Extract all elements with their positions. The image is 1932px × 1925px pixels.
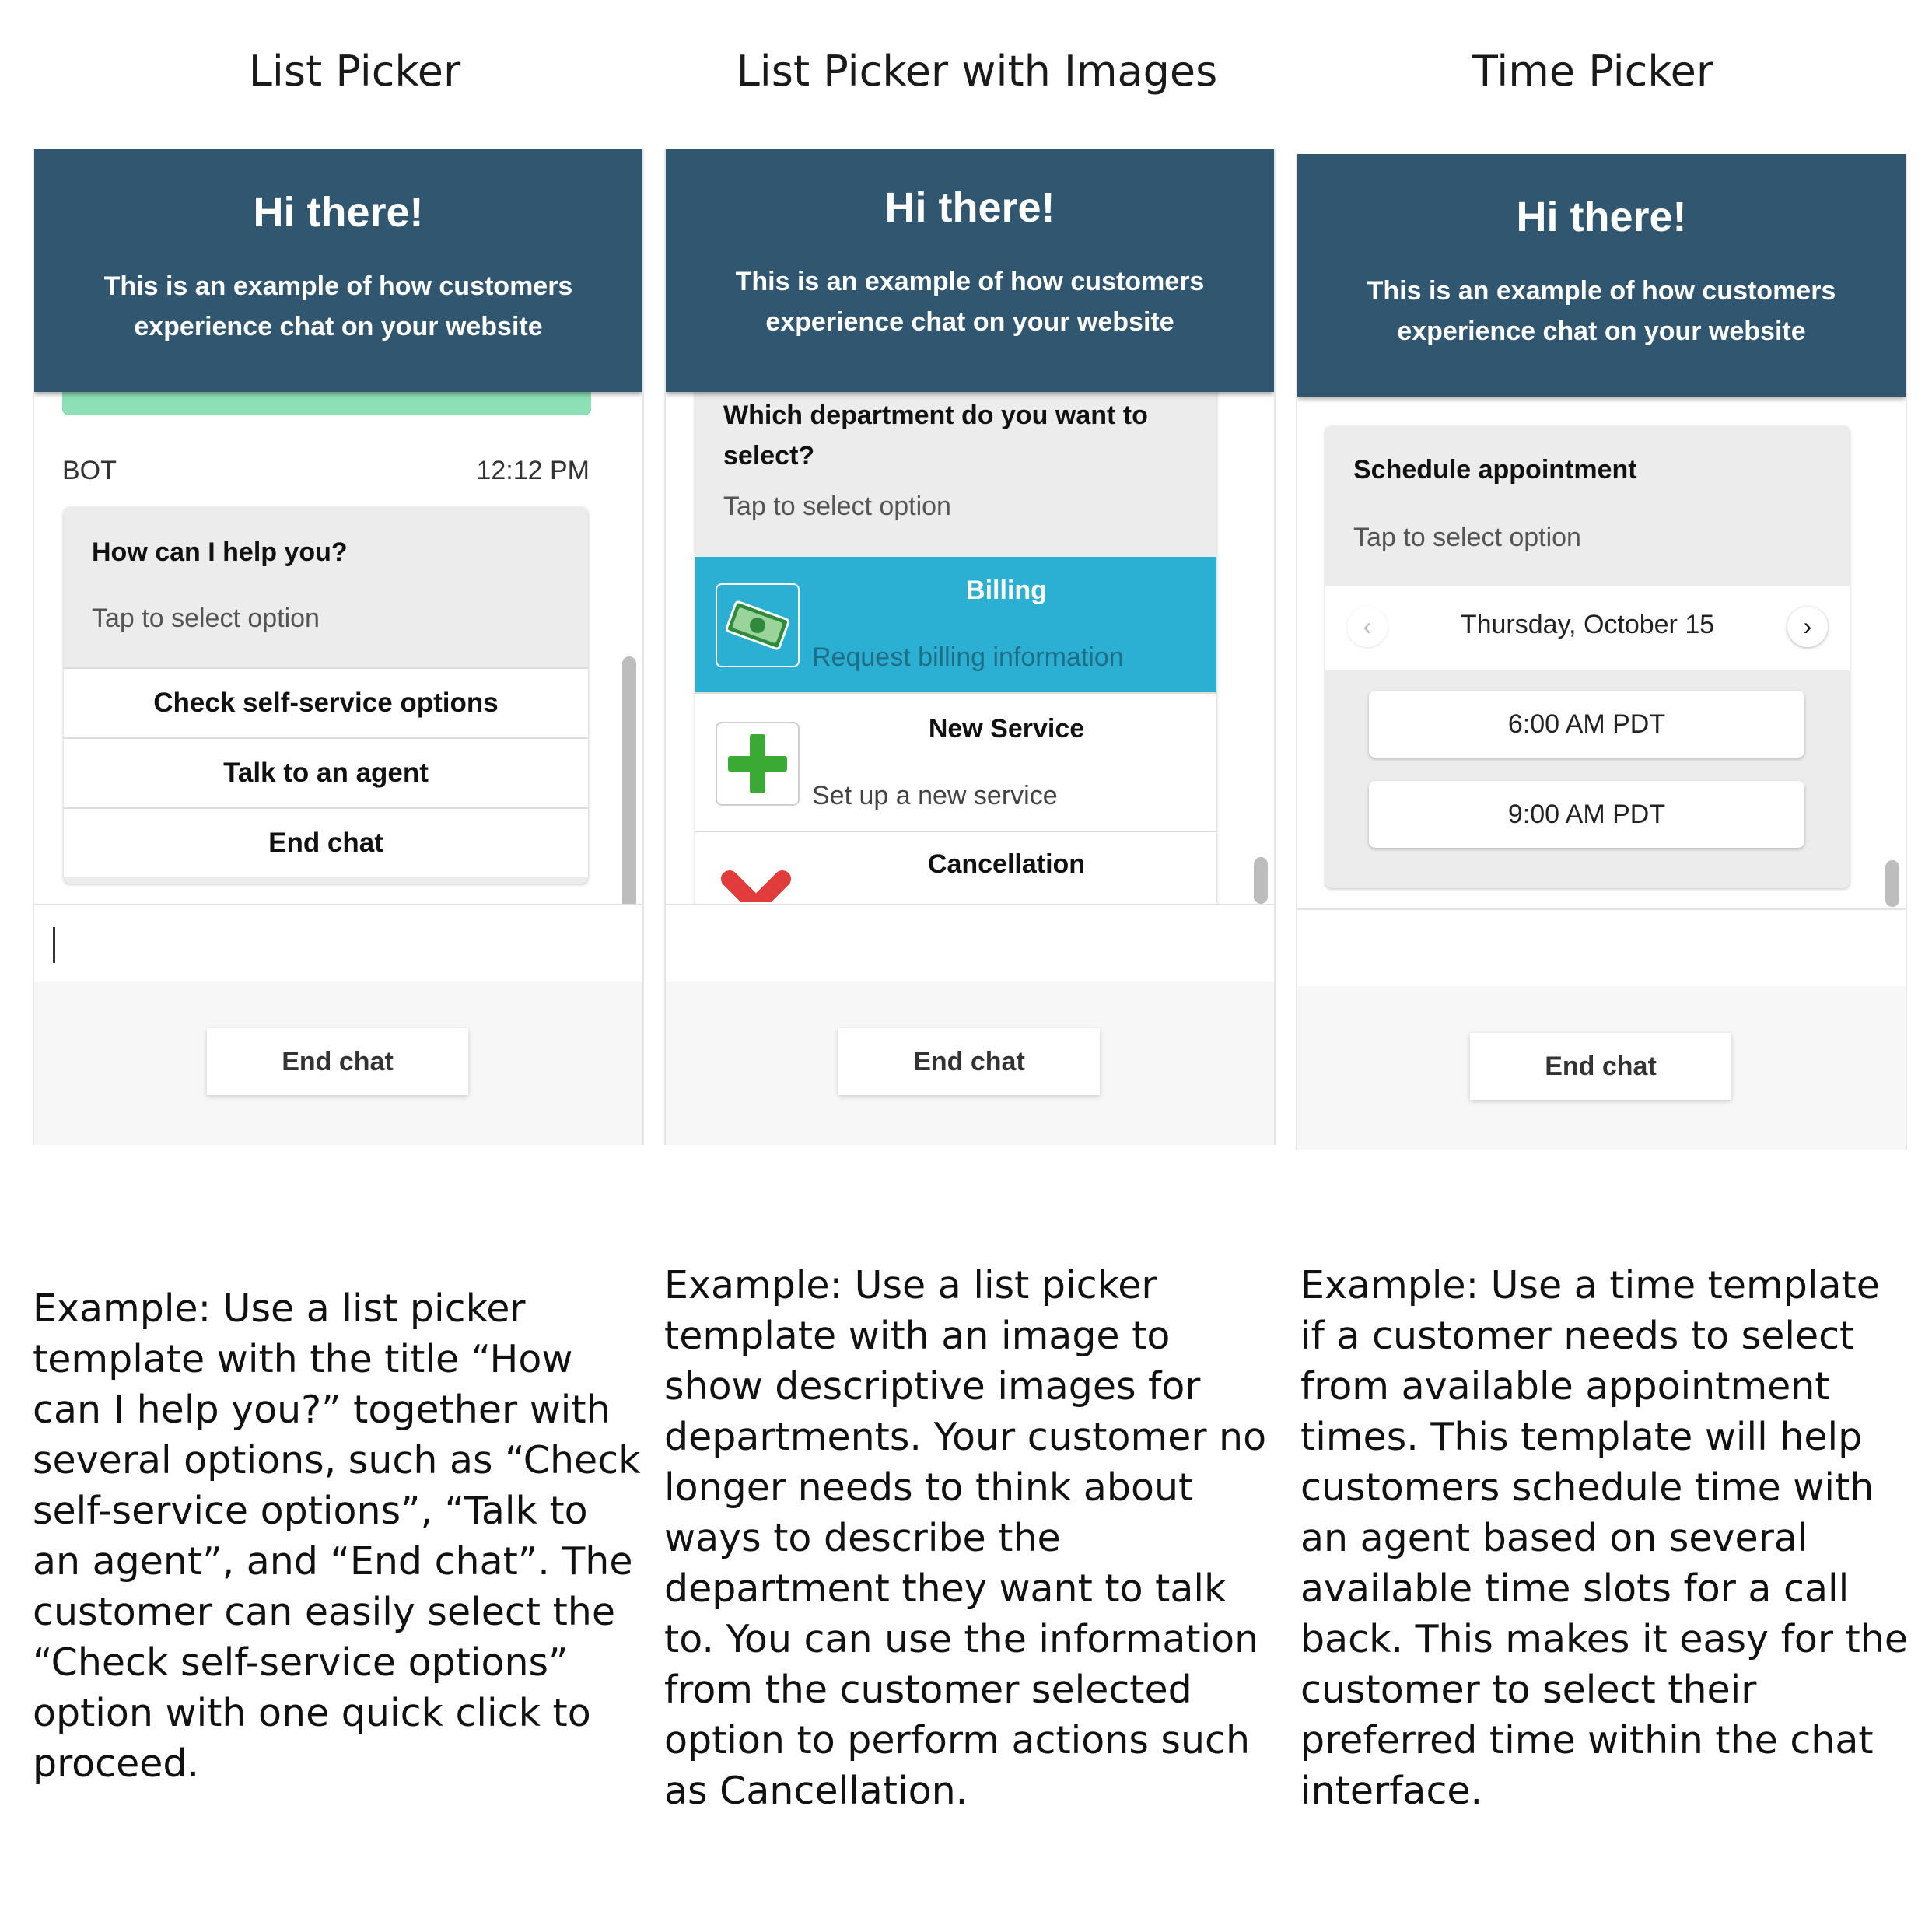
header-subtitle: This is an example of how customers expe… [735,267,1205,337]
header-greeting: Hi there! [1516,194,1687,240]
chat-widget-time-picker: Hi there! This is an example of how cust… [1296,154,1907,1150]
description-list-picker-images: Example: Use a list picker template with… [664,1263,1267,1813]
end-chat-button[interactable]: End chat [207,1028,468,1095]
image-picker-card: Which department do you want to select? … [695,392,1216,904]
time-slot-9am[interactable]: 9:00 AM PDT [1369,781,1804,848]
chat-transcript[interactable]: Which department do you want to select? … [666,392,1274,904]
option-check-self-service[interactable]: Check self-service options [64,667,588,737]
selected-date: Thursday, October 15 [1460,610,1715,639]
option-new-service-title: New Service [928,714,1085,744]
description-time-picker: Example: Use a time template if a custom… [1300,1263,1908,1813]
message-input[interactable] [1297,908,1906,988]
option-cancellation[interactable]: Cancellation [695,832,1216,904]
message-input[interactable] [34,904,642,983]
option-billing[interactable]: Billing Request billing information [695,557,1216,694]
message-input[interactable] [666,904,1274,983]
time-slot-6am[interactable]: 6:00 AM PDT [1369,691,1804,758]
chat-transcript[interactable]: Schedule appointment Tap to select optio… [1297,397,1906,908]
description-list-picker: Example: Use a list picker template with… [33,1286,641,1786]
chat-header: Hi there! This is an example of how cust… [666,149,1274,392]
chat-footer: End chat [1297,986,1906,1150]
chat-scrollbar[interactable] [622,656,636,904]
header-subtitle: This is an example of how customers expe… [1367,276,1836,346]
text-caret [53,927,55,963]
option-talk-to-agent[interactable]: Talk to an agent [64,737,588,807]
chat-footer: End chat [34,982,642,1145]
chevron-right-icon[interactable]: › [1787,607,1828,647]
time-picker-subtitle: Tap to select option [1353,523,1581,552]
end-chat-button[interactable]: End chat [838,1028,1100,1095]
option-billing-title: Billing [966,576,1047,605]
column-title-time-picker: Time Picker [1472,47,1714,96]
chat-header: Hi there! This is an example of how cust… [1297,154,1906,397]
option-cancellation-title: Cancellation [927,849,1086,879]
header-greeting: Hi there! [884,184,1055,231]
time-picker-title: Schedule appointment [1353,455,1637,485]
chat-transcript[interactable]: BOT 12:12 PM How can I help you? Tap to … [34,392,642,904]
chat-widget-list-picker: Hi there! This is an example of how cust… [33,149,644,1145]
chat-footer: End chat [666,982,1274,1145]
chat-scrollbar[interactable] [1254,857,1268,904]
list-picker-card: How can I help you? Tap to select option… [64,507,588,884]
header-subtitle: This is an example of how customers expe… [103,271,573,341]
option-end-chat[interactable]: End chat [64,807,588,877]
end-chat-button[interactable]: End chat [1470,1033,1731,1100]
message-sender: BOT [62,456,117,485]
chat-header: Hi there! This is an example of how cust… [34,149,642,392]
header-greeting: Hi there! [253,189,424,236]
list-picker-subtitle: Tap to select option [92,604,320,633]
date-selector: ‹ Thursday, October 15 › [1325,586,1850,670]
list-picker-title: How can I help you? [92,537,348,567]
option-billing-subtitle: Request billing information [812,642,1124,672]
customer-message-bubble [62,392,591,415]
chat-widget-list-picker-images: Hi there! This is an example of how cust… [664,149,1276,1145]
chat-scrollbar[interactable] [1885,860,1899,907]
option-new-service-subtitle: Set up a new service [812,781,1058,810]
image-picker-title: Which department do you want to select? [723,401,1148,471]
money-icon [716,583,800,667]
message-timestamp: 12:12 PM [476,456,590,485]
x-icon [716,856,796,902]
option-new-service[interactable]: New Service Set up a new service [695,694,1216,832]
plus-icon [716,722,800,806]
column-title-list-picker-images: List Picker with Images [736,47,1218,96]
column-title-list-picker: List Picker [248,47,461,96]
image-picker-subtitle: Tap to select option [723,492,951,521]
time-picker-card: Schedule appointment Tap to select optio… [1325,426,1850,888]
